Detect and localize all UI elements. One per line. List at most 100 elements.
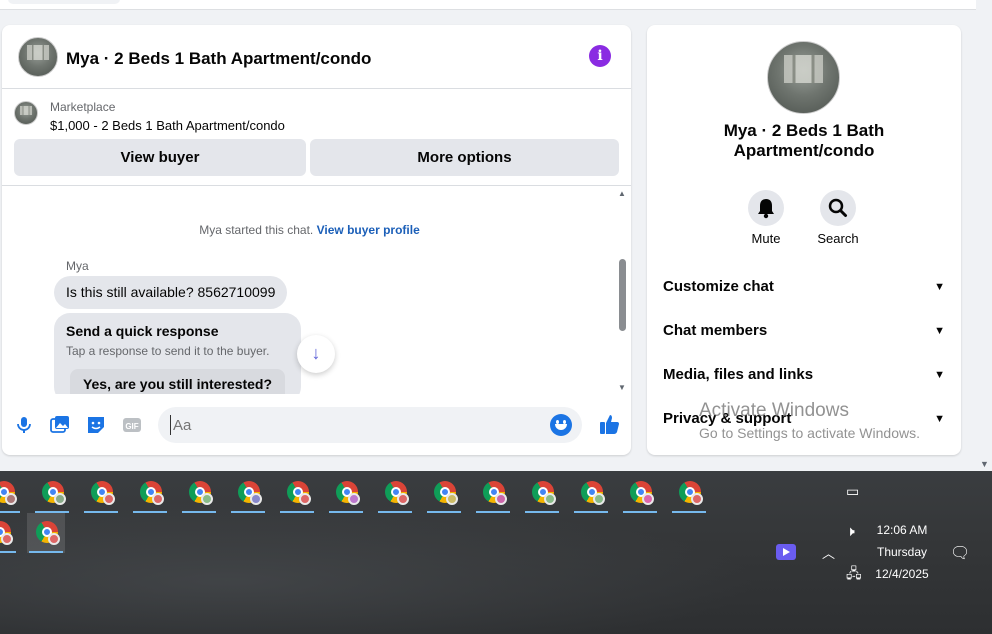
- running-indicator: [427, 511, 461, 513]
- clock-date[interactable]: 12/4/2025: [866, 567, 938, 581]
- emoji-icon[interactable]: [550, 414, 572, 436]
- profile-badge-icon: [54, 493, 66, 505]
- chat-avatar[interactable]: [18, 37, 58, 77]
- system-message: Mya started this chat. View buyer profil…: [2, 223, 617, 237]
- mute-action[interactable]: Mute: [738, 190, 794, 246]
- chat-scrollbar[interactable]: ▲ ▼: [617, 187, 627, 394]
- meet-now-icon[interactable]: [776, 544, 796, 560]
- chrome-taskbar-icon[interactable]: [523, 473, 561, 513]
- section-media-files-links[interactable]: Media, files and links ▼: [663, 360, 945, 390]
- chrome-taskbar-icon[interactable]: [229, 473, 267, 513]
- profile-badge-icon: [495, 493, 507, 505]
- chevron-down-icon: ▼: [934, 369, 945, 381]
- chrome-taskbar-icon[interactable]: [0, 473, 22, 513]
- top-search-pill[interactable]: [8, 0, 120, 4]
- message-input-wrapper: [158, 407, 582, 443]
- profile-badge-icon: [299, 493, 311, 505]
- notification-center-icon[interactable]: 🗨: [950, 543, 970, 563]
- scroll-up-arrow[interactable]: ▲: [618, 189, 626, 198]
- chat-title[interactable]: Mya · 2 Beds 1 Bath Apartment/condo: [66, 49, 371, 69]
- running-indicator: [182, 511, 216, 513]
- profile-badge-icon: [250, 493, 262, 505]
- scroll-thumb[interactable]: [619, 259, 626, 331]
- profile-name: Mya · 2 Beds 1 Bath Apartment/condo: [723, 121, 885, 160]
- clock-day[interactable]: Thursday: [866, 545, 938, 559]
- profile-badge-icon: [593, 493, 605, 505]
- message-input[interactable]: [170, 415, 530, 435]
- network-icon[interactable]: 🖧: [846, 563, 862, 587]
- svg-text:GIF: GIF: [125, 422, 138, 431]
- chrome-taskbar-icon[interactable]: [474, 473, 512, 513]
- chrome-taskbar-icon[interactable]: [0, 513, 18, 553]
- view-buyer-profile-link[interactable]: View buyer profile: [317, 223, 420, 237]
- photo-icon[interactable]: [50, 415, 70, 435]
- chrome-taskbar-icon[interactable]: [82, 473, 120, 513]
- info-icon[interactable]: i: [589, 45, 611, 67]
- section-customize-chat[interactable]: Customize chat ▼: [663, 272, 945, 302]
- profile-badge-icon: [201, 493, 213, 505]
- section-chat-members[interactable]: Chat members ▼: [663, 316, 945, 346]
- microphone-icon[interactable]: [14, 415, 34, 435]
- more-options-button[interactable]: More options: [310, 139, 619, 176]
- chevron-up-icon[interactable]: ︿: [822, 543, 835, 562]
- battery-icon[interactable]: ▭: [846, 483, 859, 500]
- gif-icon[interactable]: GIF: [122, 415, 142, 435]
- mute-button[interactable]: [748, 190, 784, 226]
- quick-response-subtitle: Tap a response to send it to the buyer.: [66, 344, 270, 358]
- search-icon: [828, 198, 847, 217]
- quick-response-title: Send a quick response: [66, 323, 219, 339]
- message-list: Mya started this chat. View buyer profil…: [2, 187, 631, 394]
- chrome-taskbar-icon[interactable]: [327, 473, 365, 513]
- sticker-icon[interactable]: [86, 415, 106, 435]
- page-scrollbar[interactable]: ▼: [976, 0, 992, 471]
- chrome-taskbar-icon[interactable]: [33, 473, 71, 513]
- chrome-taskbar-icon[interactable]: [27, 513, 65, 553]
- section-label: Customize chat: [663, 278, 774, 295]
- view-buyer-button[interactable]: View buyer: [14, 139, 306, 176]
- search-label: Search: [817, 231, 859, 246]
- chrome-taskbar-icon[interactable]: [376, 473, 414, 513]
- profile-badge-icon: [446, 493, 458, 505]
- search-button[interactable]: [820, 190, 856, 226]
- running-indicator: [280, 511, 314, 513]
- chrome-taskbar-icon[interactable]: [425, 473, 463, 513]
- profile-badge-icon: [544, 493, 556, 505]
- chrome-taskbar-icon[interactable]: [131, 473, 169, 513]
- profile-avatar[interactable]: [767, 41, 840, 114]
- chrome-taskbar-icon[interactable]: [621, 473, 659, 513]
- running-indicator: [231, 511, 265, 513]
- profile-badge-icon: [642, 493, 654, 505]
- message-bubble[interactable]: Is this still available? 8562710099: [54, 276, 288, 309]
- profile-badge-icon: [691, 493, 703, 505]
- thumbs-up-icon[interactable]: [599, 413, 621, 435]
- marketplace-listing-bar: Marketplace $1,000 - 2 Beds 1 Bath Apart…: [2, 89, 631, 186]
- scroll-to-bottom-button[interactable]: ↓: [297, 335, 335, 373]
- chrome-taskbar-icon[interactable]: [670, 473, 708, 513]
- listing-title[interactable]: $1,000 - 2 Beds 1 Bath Apartment/condo: [50, 118, 285, 133]
- running-indicator: [378, 511, 412, 513]
- section-label: Media, files and links: [663, 366, 814, 383]
- listing-thumbnail[interactable]: [14, 101, 38, 125]
- section-privacy-support[interactable]: Privacy & support ▼: [663, 404, 945, 434]
- message-composer: GIF: [2, 403, 631, 447]
- scroll-down-arrow[interactable]: ▼: [618, 383, 626, 392]
- running-indicator: [672, 511, 706, 513]
- bell-icon: [758, 199, 774, 219]
- system-message-text: Mya started this chat.: [199, 223, 314, 237]
- mute-label: Mute: [751, 231, 781, 246]
- clock-time[interactable]: 12:06 AM: [866, 523, 938, 537]
- chevron-down-icon: ▼: [934, 325, 945, 337]
- profile-badge-icon: [103, 493, 115, 505]
- speaker-muted-icon[interactable]: 🕨: [846, 523, 855, 540]
- search-action[interactable]: Search: [810, 190, 866, 246]
- page-scroll-down-arrow[interactable]: ▼: [980, 459, 989, 469]
- chrome-taskbar-icon[interactable]: [278, 473, 316, 513]
- marketplace-label: Marketplace: [50, 100, 116, 114]
- chrome-taskbar-icon[interactable]: [572, 473, 610, 513]
- top-navigation-strip: [0, 0, 976, 10]
- chrome-taskbar-icon[interactable]: [180, 473, 218, 513]
- running-indicator: [525, 511, 559, 513]
- chevron-down-icon: ▼: [934, 413, 945, 425]
- conversation-info-panel: Mya · 2 Beds 1 Bath Apartment/condo Mute…: [647, 25, 961, 455]
- quick-reply-button[interactable]: Yes, are you still interested?: [70, 369, 285, 394]
